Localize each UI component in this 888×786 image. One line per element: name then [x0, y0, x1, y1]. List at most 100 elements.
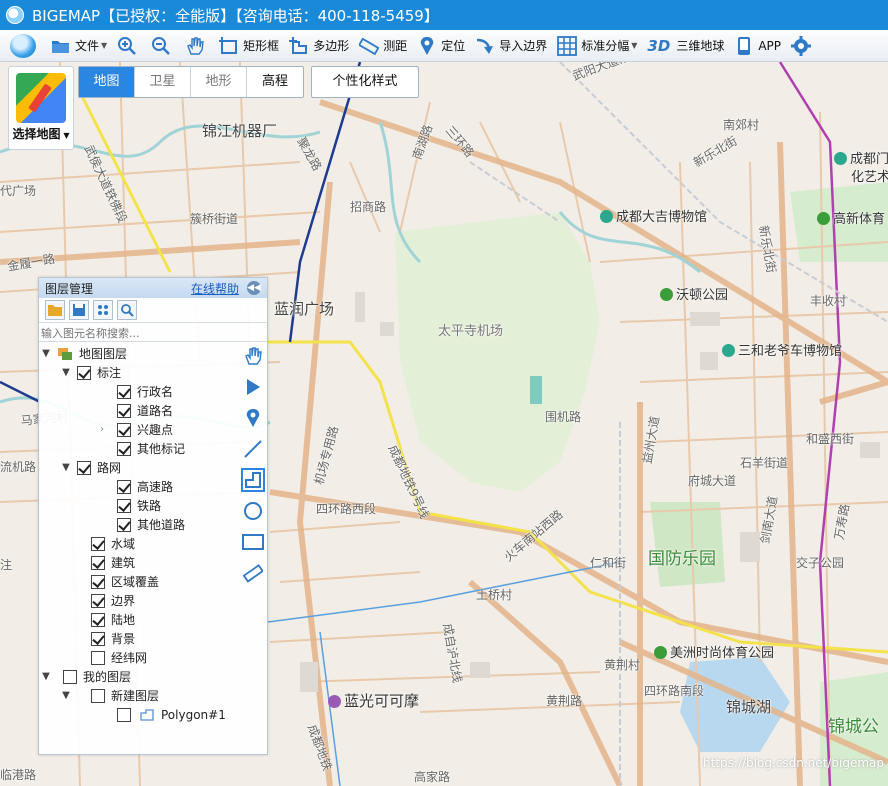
tree-node-boundary[interactable]: 边界 — [39, 591, 239, 610]
layer-checkbox[interactable] — [117, 479, 131, 494]
collapse-panel-icon[interactable]: ◀◀ — [247, 281, 261, 295]
custom-style-button[interactable]: 个性化样式 — [311, 66, 419, 98]
layer-checkbox[interactable] — [117, 441, 131, 456]
import-boundary-button[interactable]: 导入边界 — [470, 31, 552, 61]
select-map-button[interactable]: 选择地图 ▼ — [8, 66, 74, 150]
map-label: 石羊街道 — [740, 456, 789, 470]
tree-node-polygon[interactable]: Polygon#1 — [39, 705, 239, 724]
map-label: 围机路 — [545, 410, 582, 424]
layer-checkbox[interactable] — [91, 631, 105, 646]
tab-map[interactable]: 地图 — [79, 67, 135, 97]
layer-checkbox[interactable] — [91, 593, 105, 608]
zoom-in-button[interactable] — [112, 31, 146, 61]
tab-satellite[interactable]: 卫星 — [135, 67, 191, 97]
layer-checkbox[interactable] — [91, 555, 105, 570]
tree-node-other-roads[interactable]: 其他道路 — [39, 515, 239, 534]
layer-checkbox[interactable] — [117, 707, 131, 722]
layer-search-input[interactable] — [41, 325, 241, 341]
tree-node-railway[interactable]: 铁路 — [39, 496, 239, 515]
file-menu-button[interactable]: 文件 ▼ — [46, 31, 112, 61]
tab-elevation[interactable]: 高程 — [247, 67, 303, 97]
layer-checkbox[interactable] — [63, 669, 77, 684]
locate-button[interactable]: 定位 — [412, 31, 470, 61]
3d-globe-label: 三维地球 — [676, 39, 725, 53]
watermark: https://blog.csdn.net/bigemap — [703, 756, 884, 770]
chevron-down-icon[interactable]: ▼ — [59, 367, 73, 378]
tree-node-poi[interactable]: › 兴趣点 — [39, 420, 239, 439]
tree-node-highway[interactable]: 高速路 — [39, 477, 239, 496]
chevron-down-icon[interactable]: ▼ — [39, 671, 53, 682]
tree-node-new-layer[interactable]: ▼ 新建图层 — [39, 686, 239, 705]
app-button[interactable]: APP — [729, 31, 786, 61]
tree-node-label: 水域 — [111, 537, 136, 551]
tree-node-water[interactable]: 水域 — [39, 534, 239, 553]
tree-node-annotation[interactable]: ▼ 标注 — [39, 363, 239, 382]
layer-checkbox[interactable] — [117, 498, 131, 513]
map-label: 土桥村 — [476, 588, 513, 602]
layer-checkbox[interactable] — [91, 612, 105, 627]
map-label: 南郊村 — [723, 118, 760, 132]
polygon-select-button[interactable]: 多边形 — [284, 31, 354, 61]
layer-checkbox[interactable] — [91, 650, 105, 665]
3d-globe-button[interactable]: 3D 三维地球 — [642, 31, 729, 61]
app-logo-icon — [6, 6, 24, 24]
chevron-down-icon[interactable]: ▼ — [59, 462, 73, 473]
layer-checkbox[interactable] — [117, 384, 131, 399]
pan-button[interactable] — [180, 31, 214, 61]
tree-node-admin-names[interactable]: 行政名 — [39, 382, 239, 401]
standard-grid-button[interactable]: 标准分幅 ▼ — [552, 31, 642, 61]
map-label: 化艺术 — [851, 170, 888, 185]
circle-tool-button[interactable] — [241, 499, 265, 523]
measure-distance-button[interactable]: 测距 — [354, 31, 412, 61]
online-help-link[interactable]: 在线帮助 — [191, 280, 239, 297]
layer-checkbox[interactable] — [91, 574, 105, 589]
tab-terrain[interactable]: 地形 — [191, 67, 247, 97]
tree-node-land[interactable]: 陆地 — [39, 610, 239, 629]
pointer-tool-button[interactable] — [241, 375, 265, 399]
layer-checkbox[interactable] — [77, 460, 91, 475]
tree-node-road-network[interactable]: ▼ 路网 — [39, 458, 239, 477]
chevron-right-icon[interactable]: › — [95, 424, 109, 435]
panel-title: 图层管理 — [45, 281, 94, 296]
settings-button[interactable] — [786, 31, 820, 61]
pan-tool-button[interactable] — [241, 344, 265, 368]
tree-node-label: 路网 — [97, 461, 122, 475]
line-tool-button[interactable] — [241, 437, 265, 461]
zoom-out-button[interactable] — [146, 31, 180, 61]
chevron-down-icon[interactable]: ▼ — [59, 690, 73, 701]
layer-checkbox[interactable] — [91, 536, 105, 551]
layer-management-panel: 图层管理 在线帮助 ◀◀ ▼ 地图图层 — [38, 277, 268, 755]
select-features-icon — [98, 305, 108, 315]
drawing-tools — [239, 344, 267, 585]
polygon-tool-button[interactable] — [241, 468, 265, 492]
tree-node-graticule[interactable]: 经纬网 — [39, 648, 239, 667]
layer-checkbox[interactable] — [117, 403, 131, 418]
search-button[interactable] — [117, 300, 137, 320]
marker-tool-button[interactable] — [241, 406, 265, 430]
poi-label: 高新体育 — [817, 208, 885, 227]
poi-text: 成都门 — [850, 152, 888, 167]
layer-checkbox[interactable] — [77, 365, 91, 380]
measure-tool-button[interactable] — [241, 561, 265, 585]
layer-checkbox[interactable] — [91, 688, 105, 703]
chevron-down-icon: ▼ — [631, 41, 638, 50]
select-features-button[interactable] — [93, 300, 113, 320]
tree-node-area-coverage[interactable]: 区域覆盖 — [39, 572, 239, 591]
tree-node-buildings[interactable]: 建筑 — [39, 553, 239, 572]
bigemap-globe-icon[interactable] — [6, 32, 40, 60]
open-folder-button[interactable] — [45, 300, 65, 320]
tree-node-other-markers[interactable]: 其他标记 — [39, 439, 239, 458]
chevron-down-icon: ▼ — [101, 41, 108, 50]
map-label: 黄荆路 — [546, 694, 583, 708]
tree-node-road-names[interactable]: 道路名 — [39, 401, 239, 420]
tree-node-my-layers[interactable]: ▼ 我的图层 — [39, 667, 239, 686]
rectangle-tool-button[interactable] — [241, 530, 265, 554]
tree-node-map-layers[interactable]: ▼ 地图图层 — [39, 344, 239, 363]
rectangle-select-button[interactable]: 矩形框 — [214, 31, 284, 61]
tree-node-background[interactable]: 背景 — [39, 629, 239, 648]
poi-text: 成都大吉博物馆 — [616, 210, 708, 225]
save-button[interactable] — [69, 300, 89, 320]
layer-checkbox[interactable] — [117, 517, 131, 532]
chevron-down-icon[interactable]: ▼ — [39, 348, 53, 359]
layer-checkbox[interactable] — [117, 422, 131, 437]
